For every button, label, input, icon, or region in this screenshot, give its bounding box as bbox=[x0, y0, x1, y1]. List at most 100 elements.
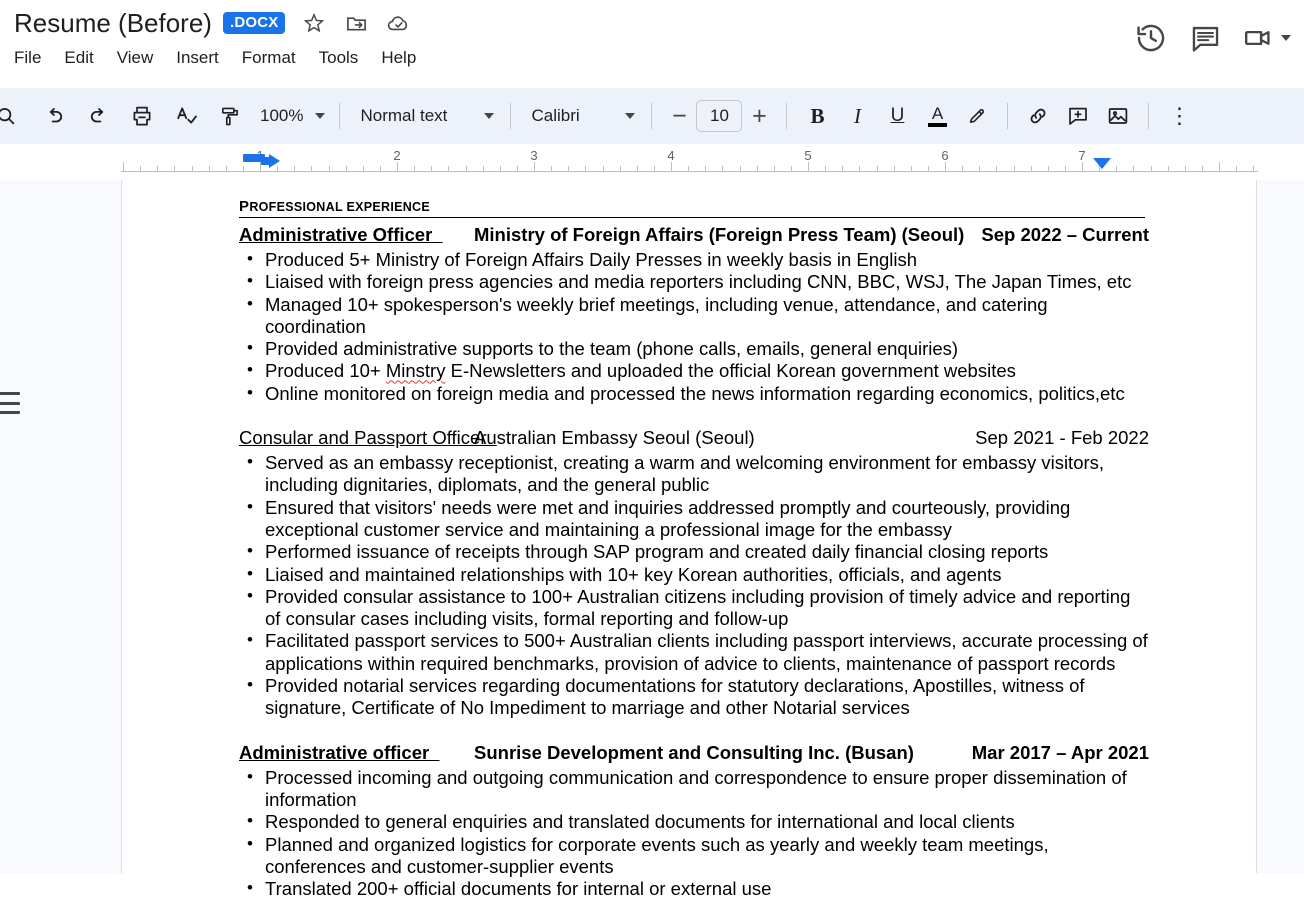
bullet-item[interactable]: Produced 5+ Ministry of Foreign Affairs … bbox=[239, 248, 1149, 271]
job-header-row[interactable]: Administrative Officer Ministry of Forei… bbox=[239, 224, 1149, 246]
menu-item-help[interactable]: Help bbox=[381, 46, 428, 70]
bullet-item[interactable]: Facilitated passport services to 500+ Au… bbox=[239, 629, 1149, 675]
menu-item-edit[interactable]: Edit bbox=[64, 46, 105, 70]
bullet-item[interactable]: Responded to general enquiries and trans… bbox=[239, 810, 1149, 833]
bullet-item[interactable]: Planned and organized logistics for corp… bbox=[239, 833, 1149, 879]
chevron-down-icon bbox=[484, 113, 495, 119]
link-icon[interactable] bbox=[1018, 96, 1058, 136]
redo-icon[interactable] bbox=[78, 96, 118, 136]
bullet-item[interactable]: Provided administrative supports to the … bbox=[239, 337, 1149, 360]
right-indent-marker[interactable] bbox=[1093, 158, 1111, 169]
document-page[interactable]: PROFESSIONAL EXPERIENCE Administrative O… bbox=[121, 180, 1257, 900]
print-icon[interactable] bbox=[122, 96, 162, 136]
menu-item-file[interactable]: File bbox=[14, 46, 53, 70]
ruler-tick bbox=[808, 162, 809, 172]
ruler-tick bbox=[1253, 166, 1255, 172]
bullet-item[interactable]: Provided notarial services regarding doc… bbox=[239, 674, 1149, 720]
bullet-item[interactable]: Liaised with foreign press agencies and … bbox=[239, 270, 1149, 293]
font-size-stepper: − 10 + bbox=[662, 99, 776, 133]
bullet-item[interactable]: Performed issuance of receipts through S… bbox=[239, 540, 1149, 563]
ruler-tick bbox=[551, 166, 553, 172]
move-to-folder-icon[interactable] bbox=[343, 10, 369, 36]
ruler-tick bbox=[1236, 166, 1238, 172]
bullet-item[interactable]: Online monitored on foreign media and pr… bbox=[239, 382, 1149, 405]
document-title[interactable]: Resume (Before) bbox=[14, 8, 212, 39]
ruler-tick bbox=[328, 166, 330, 172]
bullet-item[interactable]: Managed 10+ spokesperson's weekly brief … bbox=[239, 293, 1149, 339]
text-color-button[interactable]: A bbox=[917, 96, 957, 136]
ruler-tick bbox=[756, 166, 758, 172]
spelling-error-text[interactable]: Minstry bbox=[386, 360, 446, 381]
ruler-tick bbox=[859, 166, 861, 172]
job-title: Administrative officer bbox=[239, 741, 440, 763]
ruler-tick bbox=[465, 166, 467, 172]
job-organization: Australian Embassy Seoul (Seoul) bbox=[474, 427, 755, 449]
bullet-item[interactable]: Produced 10+ Minstry E-Newsletters and u… bbox=[239, 359, 1149, 382]
ruler-tick bbox=[311, 166, 313, 172]
menu-item-insert[interactable]: Insert bbox=[176, 46, 231, 70]
paint-format-icon[interactable] bbox=[210, 96, 250, 136]
document-body[interactable]: PROFESSIONAL EXPERIENCE Administrative O… bbox=[239, 198, 1149, 900]
ruler-tick bbox=[910, 166, 912, 172]
font-size-input[interactable]: 10 bbox=[696, 100, 743, 132]
insert-image-icon[interactable] bbox=[1098, 96, 1138, 136]
more-options-icon[interactable]: ⋮ bbox=[1159, 96, 1199, 136]
job-header-row[interactable]: Administrative officer Sunrise Developme… bbox=[239, 742, 1149, 764]
ruler-number: 5 bbox=[804, 148, 812, 163]
italic-button[interactable]: I bbox=[837, 96, 877, 136]
ruler-tick bbox=[123, 162, 124, 172]
increase-font-size-button[interactable]: + bbox=[742, 99, 776, 133]
ruler-tick bbox=[140, 166, 142, 172]
toolbar-divider bbox=[339, 103, 341, 129]
ruler-tick bbox=[739, 166, 741, 172]
toolbar-divider bbox=[1148, 103, 1150, 129]
add-comment-icon[interactable] bbox=[1058, 96, 1098, 136]
chevron-down-icon[interactable] bbox=[1276, 11, 1296, 65]
ruler-tick bbox=[945, 162, 946, 172]
undo-icon[interactable] bbox=[34, 96, 74, 136]
ruler-tick bbox=[379, 166, 381, 172]
document-outline-icon[interactable] bbox=[0, 392, 22, 414]
bullet-item[interactable]: Provided consular assistance to 100+ Aus… bbox=[239, 585, 1149, 631]
job-title: Consular and Passport Officer bbox=[239, 427, 497, 449]
job-bullet-list: Processed incoming and outgoing communic… bbox=[239, 766, 1149, 900]
text-color-letter: A bbox=[931, 104, 944, 123]
job-spacer bbox=[239, 405, 1149, 425]
bullet-item[interactable]: Liaised and maintained relationships wit… bbox=[239, 563, 1149, 586]
ruler-tick bbox=[962, 166, 964, 172]
job-header-row[interactable]: Consular and Passport Officer Australian… bbox=[239, 427, 1149, 449]
ruler-baseline bbox=[121, 171, 1258, 172]
zoom-control[interactable]: 100% bbox=[250, 99, 329, 133]
ruler-tick bbox=[431, 166, 433, 172]
comment-icon[interactable] bbox=[1178, 11, 1232, 65]
bullet-item[interactable]: Ensured that visitors' needs were met an… bbox=[239, 496, 1149, 542]
menu-item-view[interactable]: View bbox=[117, 46, 166, 70]
search-icon[interactable] bbox=[0, 96, 26, 136]
section-heading-initial: P bbox=[239, 198, 250, 215]
highlight-pen-icon[interactable] bbox=[957, 96, 997, 136]
bullet-item[interactable]: Processed incoming and outgoing communic… bbox=[239, 766, 1149, 812]
decrease-font-size-button[interactable]: − bbox=[662, 99, 696, 133]
ruler-tick bbox=[893, 166, 895, 172]
paragraph-style-dropdown[interactable]: Normal text bbox=[350, 99, 500, 133]
ruler-tick bbox=[1150, 166, 1152, 172]
star-icon[interactable] bbox=[301, 10, 327, 36]
cloud-saved-icon[interactable] bbox=[385, 10, 411, 36]
ruler-tick bbox=[397, 162, 398, 172]
menu-item-tools[interactable]: Tools bbox=[319, 46, 371, 70]
bullet-item[interactable]: Served as an embassy receptionist, creat… bbox=[239, 451, 1149, 497]
font-family-dropdown[interactable]: Calibri bbox=[521, 99, 641, 133]
ruler-tick bbox=[927, 166, 929, 172]
ruler-tick bbox=[1030, 166, 1032, 172]
version-history-icon[interactable] bbox=[1124, 11, 1178, 65]
bold-button[interactable]: B bbox=[797, 96, 837, 136]
bullet-item[interactable]: Translated 200+ official documents for i… bbox=[239, 877, 1149, 900]
ruler-tick bbox=[671, 162, 672, 172]
jobs-list: Administrative Officer Ministry of Forei… bbox=[239, 224, 1149, 900]
ruler-tick bbox=[225, 166, 227, 172]
spellcheck-icon[interactable] bbox=[166, 96, 206, 136]
horizontal-ruler[interactable]: 1234567 bbox=[121, 144, 1258, 180]
underline-button[interactable]: U bbox=[877, 96, 917, 136]
ruler-tick bbox=[825, 166, 827, 172]
menu-item-format[interactable]: Format bbox=[242, 46, 308, 70]
